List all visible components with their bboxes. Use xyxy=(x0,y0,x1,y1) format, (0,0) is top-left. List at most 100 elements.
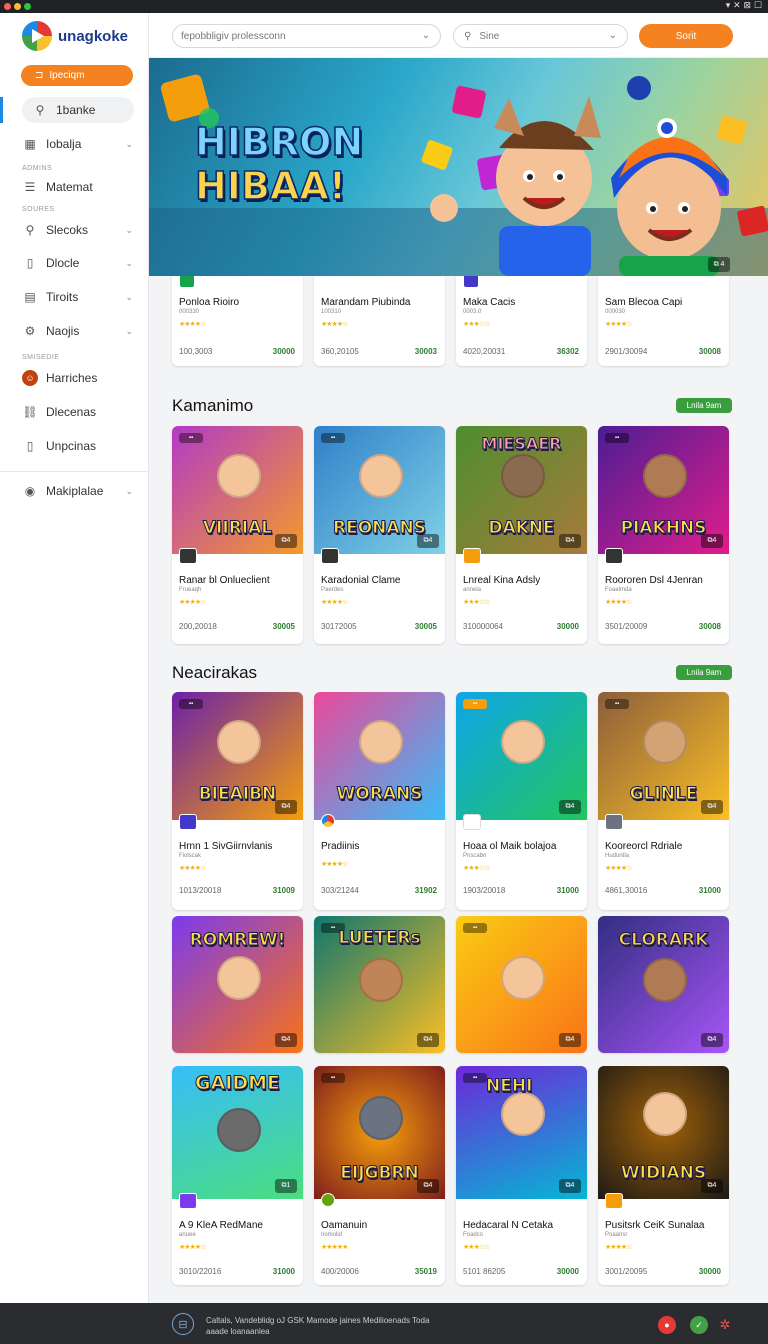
gallery-icon[interactable]: ⧉4 xyxy=(559,534,581,548)
game-card[interactable]: ▪▪ EIJGBRN ⧉4 Oamanuin nomolid ★★★★★ 400… xyxy=(314,1066,445,1285)
game-card[interactable]: ▪▪ REONANS ⧉4 Karadonial Clame Paerdes ★… xyxy=(314,426,445,644)
game-card[interactable]: ROMREW! ⧉4 xyxy=(172,916,303,1053)
game-card[interactable]: WIDIANS ⧉4 Pusitsrk CeiK Sunalaa Poaansr… xyxy=(598,1066,729,1285)
close-dot-icon[interactable] xyxy=(4,3,11,10)
hero-gallery-badge[interactable]: ⧉ 4 xyxy=(708,257,730,272)
section-view-all-button[interactable]: Lnila 9am xyxy=(676,398,732,413)
gallery-icon[interactable]: ⧉4 xyxy=(417,534,439,548)
sidebar-item-naojis[interactable]: ⚙ Naojis ⌄ xyxy=(0,318,149,344)
character-face xyxy=(359,720,403,764)
rating-stars: ★★★★☆ xyxy=(179,1244,206,1251)
sidebar-item-lobalja[interactable]: ▦ Iobalja ⌄ xyxy=(0,131,149,157)
game-card[interactable]: ▪▪ VIIRIAL ⧉4 Ranar bl Onlueclient Fruea… xyxy=(172,426,303,644)
sidebar-item-label: Harriches xyxy=(46,371,98,385)
top-header: fepobbligiv prolessconn ⌄ ⚲ Sine ⌄ Sorit xyxy=(149,13,768,58)
gallery-icon[interactable]: ⧉4 xyxy=(701,1033,723,1047)
sidebar-item-active[interactable]: ⚲ 1banke xyxy=(22,97,134,123)
sidebar-item-matemat[interactable]: ☰ Matemat xyxy=(0,174,149,200)
game-card[interactable]: ▪▪ ⧉4 Hoaa ol Maik bolajoa Pnscabn ★★★☆☆… xyxy=(456,692,587,910)
game-card[interactable]: Ponloa Rioiro 000330 ★★★★☆ 100,3003 3000… xyxy=(172,276,303,366)
gallery-icon[interactable]: ⧉4 xyxy=(417,1179,439,1193)
character-face xyxy=(643,720,687,764)
check-icon[interactable]: ✓ xyxy=(690,1316,708,1334)
window-titlebar: ▾ ✕ ⊠ ☐ xyxy=(0,0,768,13)
minimize-dot-icon[interactable] xyxy=(14,3,21,10)
game-card[interactable]: WORANS Pradiinis ★★★★☆ 303/21244 31902 xyxy=(314,692,445,910)
sidebar-item-tiroits[interactable]: ▤ Tiroits ⌄ xyxy=(0,284,149,310)
game-card[interactable]: MIESAER DAKNE ⧉4 Lnreal Kina Adsly annel… xyxy=(456,426,587,644)
gallery-icon[interactable]: ⧉4 xyxy=(701,800,723,814)
game-subtitle: 100310 xyxy=(321,309,342,315)
notification-icon[interactable]: ● xyxy=(658,1316,676,1334)
footer-line2: aaade loanaanlea xyxy=(206,1327,270,1336)
card-info: Lnreal Kina Adsly annela ★★★☆☆ 310000064… xyxy=(456,548,587,644)
game-title: A 9 KleA RedMane xyxy=(179,1220,263,1231)
hero-banner[interactable]: HIBRON HIBAA! ⧉ 4 xyxy=(149,58,768,276)
game-card[interactable]: ▪▪ ⧉4 xyxy=(456,916,587,1053)
character-face xyxy=(359,1096,403,1140)
gallery-icon[interactable]: ⧉4 xyxy=(559,800,581,814)
maximize-dot-icon[interactable] xyxy=(24,3,31,10)
game-art-title: CLORARK xyxy=(618,930,709,950)
game-icon xyxy=(463,548,481,564)
sidebar-item-harriches[interactable]: ☺ Harriches xyxy=(0,365,149,391)
game-card[interactable]: Sam Blecoa Capi 000030 ★★★★☆ 2901/30094 … xyxy=(598,276,729,366)
gallery-icon[interactable]: ⧉1 xyxy=(275,1179,297,1193)
share-icon[interactable]: ✲ xyxy=(716,1316,734,1334)
character-face xyxy=(501,956,545,1000)
game-card[interactable]: ▪▪ BIEAIBN ⧉4 Hrnn 1 SivGiirnvlanis Fiol… xyxy=(172,692,303,910)
sidebar-item-dlocle[interactable]: ▯ Dlocle ⌄ xyxy=(0,250,149,276)
gallery-icon[interactable]: ⧉4 xyxy=(559,1179,581,1193)
game-card[interactable]: CLORARK ⧉4 xyxy=(598,916,729,1053)
app-footer-icon[interactable]: ⊟ xyxy=(172,1313,194,1335)
gallery-icon[interactable]: ⧉4 xyxy=(275,1033,297,1047)
sidebar-item-dlecenas[interactable]: ⛓ Dlecenas xyxy=(0,399,149,425)
gallery-icon[interactable]: ⧉4 xyxy=(275,800,297,814)
game-icon xyxy=(605,548,623,564)
game-row-5: GAIDME ⧉1 A 9 KleA RedMane anuee ★★★★☆ 3… xyxy=(172,1066,729,1285)
character-face xyxy=(217,1108,261,1152)
character-face xyxy=(359,958,403,1002)
game-card[interactable]: ▪▪ PIAKHNS ⧉4 Roororen Dsl 4Jenran Foael… xyxy=(598,426,729,644)
titlebar-right-icons[interactable]: ▾ ✕ ⊠ ☐ xyxy=(726,1,762,11)
sidebar-cta-button[interactable]: ⊐ Ipeciqm xyxy=(21,65,133,86)
game-card[interactable]: Maka Cacis 0003,0 ★★★☆☆ 4020,20031 36302 xyxy=(456,276,587,366)
game-card[interactable]: ▪▪ GLINLE ⧉4 Kooreorcl Rdriale Huduntla … xyxy=(598,692,729,910)
chevron-down-icon[interactable]: ⌄ xyxy=(422,30,430,41)
game-thumbnail: WIDIANS ⧉4 xyxy=(598,1066,729,1199)
chevron-down-icon[interactable]: ⌄ xyxy=(609,30,617,41)
game-row-3: ▪▪ BIEAIBN ⧉4 Hrnn 1 SivGiirnvlanis Fiol… xyxy=(172,692,729,910)
window-controls[interactable] xyxy=(4,3,31,10)
game-date: 30172005 xyxy=(321,622,357,631)
sidebar-item-slecoks[interactable]: ⚲ Slecoks ⌄ xyxy=(0,217,149,243)
game-subtitle: nomolid xyxy=(321,1232,343,1238)
gallery-icon[interactable]: ⧉4 xyxy=(275,534,297,548)
section-view-all-button[interactable]: Lnila 9am xyxy=(676,665,732,680)
game-card[interactable]: ▪▪ LUETERs ⧉4 xyxy=(314,916,445,1053)
header-action-button[interactable]: Sorit xyxy=(639,24,733,48)
globe-icon: ◉ xyxy=(24,484,36,498)
gallery-icon[interactable]: ⧉4 xyxy=(701,534,723,548)
game-card[interactable]: ▪▪ NEHI ⧉4 Hedacaral N Cetaka Foadco ★★★… xyxy=(456,1066,587,1285)
game-title: Ponloa Rioiro xyxy=(179,297,240,308)
app-logo[interactable]: unagkoke xyxy=(22,21,128,51)
site-search-input[interactable]: ⚲ Sine ⌄ xyxy=(453,24,628,48)
game-thumbnail: GAIDME ⧉1 xyxy=(172,1066,303,1199)
game-card[interactable]: Marandam Piubinda 100310 ★★★★☆ 360,20105… xyxy=(314,276,445,366)
game-title: Marandam Piubinda xyxy=(321,297,411,308)
game-thumbnail: ▪▪ ⧉4 xyxy=(456,692,587,820)
game-date: 3501/20009 xyxy=(605,622,648,631)
gallery-icon[interactable]: ⧉4 xyxy=(417,1033,439,1047)
game-price: 35019 xyxy=(414,1267,437,1276)
gallery-icon[interactable]: ⧉4 xyxy=(559,1033,581,1047)
game-price: 31902 xyxy=(414,886,437,895)
game-price: 31000 xyxy=(272,1267,295,1276)
game-date: 5101 86205 xyxy=(463,1267,506,1276)
game-thumbnail: ▪▪ VIIRIAL ⧉4 xyxy=(172,426,303,554)
sidebar-item-marketplace[interactable]: ◉ Makiplalae ⌄ xyxy=(0,478,149,504)
gallery-icon[interactable]: ⧉4 xyxy=(701,1179,723,1193)
game-card[interactable]: GAIDME ⧉1 A 9 KleA RedMane anuee ★★★★☆ 3… xyxy=(172,1066,303,1285)
search-input[interactable]: fepobbligiv prolessconn ⌄ xyxy=(172,24,441,48)
sidebar-item-unpcinas[interactable]: ▯ Unpcinas xyxy=(0,433,149,459)
document-icon: ▯ xyxy=(26,256,34,270)
